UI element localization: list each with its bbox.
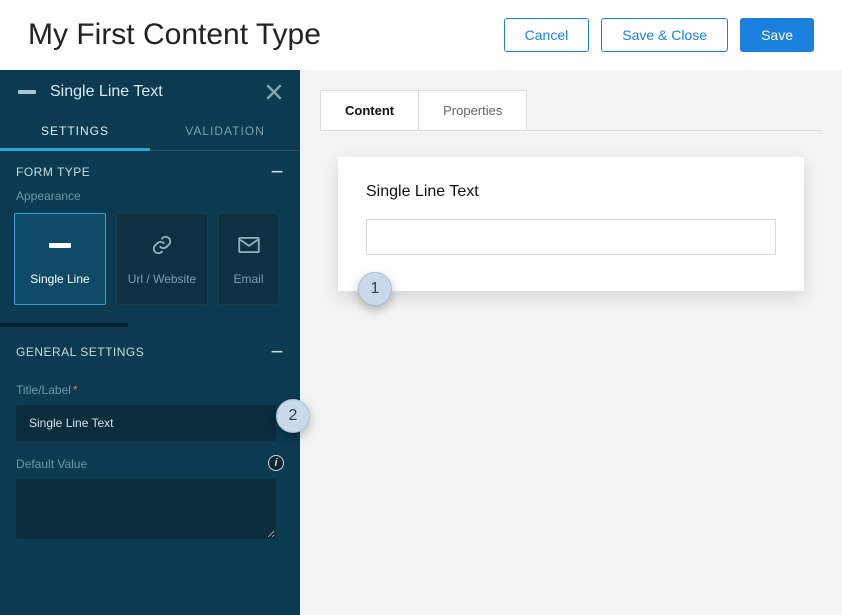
cancel-button[interactable]: Cancel: [504, 18, 590, 52]
section-divider: [0, 323, 128, 327]
single-line-icon: [18, 90, 36, 94]
collapse-general-icon[interactable]: −: [271, 347, 284, 357]
preview-single-line-input[interactable]: [366, 219, 776, 255]
appearance-tile-label: Single Line: [30, 272, 89, 286]
title-input[interactable]: [16, 405, 276, 441]
appearance-url[interactable]: Url / Website: [116, 213, 208, 305]
appearance-tile-label: Email: [233, 272, 263, 286]
default-value-label: Default Value: [16, 457, 87, 471]
save-button[interactable]: Save: [740, 18, 814, 52]
collapse-form-type-icon[interactable]: −: [271, 167, 284, 177]
link-icon: [151, 232, 173, 258]
required-mark: *: [73, 383, 78, 397]
close-icon[interactable]: [266, 84, 282, 100]
title-label: Title/Label*: [0, 369, 300, 405]
annotation-badge-1: 1: [358, 272, 392, 306]
form-type-heading: FORM TYPE: [16, 165, 90, 179]
tab-underline: [320, 130, 822, 131]
header-actions: Cancel Save & Close Save: [504, 18, 814, 52]
tab-settings[interactable]: SETTINGS: [0, 114, 150, 151]
tab-validation[interactable]: VALIDATION: [150, 114, 300, 151]
preview-card: Single Line Text: [338, 157, 804, 291]
default-value-input[interactable]: [16, 479, 276, 539]
info-icon[interactable]: i: [268, 455, 284, 471]
preview-area: Content Properties Single Line Text: [300, 70, 842, 615]
general-settings-heading: GENERAL SETTINGS: [16, 345, 144, 359]
tab-properties[interactable]: Properties: [419, 90, 527, 130]
page-title: My First Content Type: [28, 18, 321, 52]
appearance-tiles: Single Line Url / Website Email: [0, 213, 300, 323]
annotation-badge-2: 2: [276, 399, 310, 433]
tab-content[interactable]: Content: [320, 90, 419, 130]
single-line-icon: [49, 243, 71, 248]
field-settings-sidebar: Single Line Text SETTINGS VALIDATION FOR…: [0, 70, 300, 615]
appearance-label: Appearance: [0, 189, 300, 213]
field-type-title: Single Line Text: [50, 83, 252, 101]
email-icon: [238, 232, 260, 258]
appearance-tile-label: Url / Website: [128, 272, 196, 286]
appearance-single-line[interactable]: Single Line: [14, 213, 106, 305]
save-close-button[interactable]: Save & Close: [601, 18, 728, 52]
appearance-email[interactable]: Email: [218, 213, 278, 305]
preview-field-title: Single Line Text: [366, 183, 776, 201]
